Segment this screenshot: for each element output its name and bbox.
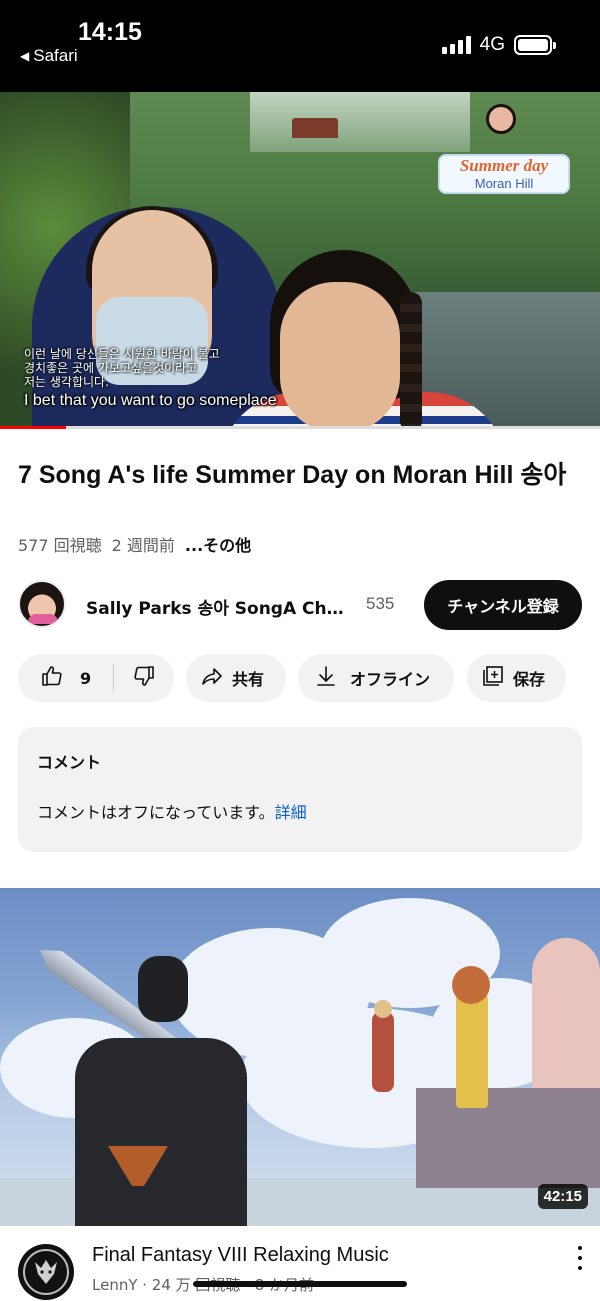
logo-kid-image	[486, 104, 516, 134]
video-logo: Summer day Moran Hill	[438, 154, 570, 194]
like-count[interactable]: 9	[80, 669, 91, 688]
comments-panel: コメント コメントはオフになっています。詳細	[18, 727, 582, 852]
korean-subtitle: 이런 날에 당신들은 시원한 바람이 불고 경치좋은 곳에 가보고싶을것이라고 …	[24, 347, 220, 389]
progress-fill	[0, 426, 66, 429]
more-description-link[interactable]: ...その他	[185, 532, 251, 556]
video-duration-badge: 42:15	[537, 1184, 588, 1209]
add-to-playlist-icon	[481, 664, 505, 692]
battery-icon	[514, 35, 556, 55]
hero-figure	[75, 1038, 247, 1226]
view-count: 577 回視聴	[18, 536, 102, 555]
pill-divider	[113, 664, 115, 692]
playback-progress-bar[interactable]	[0, 426, 600, 429]
share-label: 共有	[232, 670, 265, 689]
comments-details-link[interactable]: 詳細	[275, 803, 307, 822]
next-channel-avatar[interactable]	[18, 1244, 74, 1300]
back-to-app-button[interactable]: ◀ Safari	[20, 46, 78, 66]
video-title: 7 Song A's life Summer Day on Moran Hill…	[18, 461, 567, 489]
download-label: オフライン	[350, 670, 431, 689]
download-button[interactable]: オフライン	[298, 654, 454, 702]
like-dislike-pill: 9	[18, 654, 174, 702]
subscriber-count: 535	[366, 594, 395, 613]
status-bar: 14:15 ◀ Safari 4G	[0, 0, 600, 92]
thumbs-down-icon[interactable]	[132, 664, 156, 692]
comments-off-message: コメントはオフになっています。詳細	[37, 803, 307, 822]
pagoda-shape	[292, 118, 338, 138]
save-button[interactable]: 保存	[467, 654, 566, 702]
back-triangle-icon: ◀	[20, 49, 30, 63]
next-video-title[interactable]: Final Fantasy VIII Relaxing Music	[92, 1244, 389, 1267]
next-video-thumbnail[interactable]	[0, 888, 600, 1226]
more-vertical-icon[interactable]	[574, 1246, 586, 1270]
upload-age: 2 週間前	[111, 536, 175, 555]
video-meta: 577 回視聴 2 週間前 ...その他	[18, 532, 251, 556]
thumbs-up-icon[interactable]	[40, 664, 64, 692]
english-subtitle: I bet that you want to go someplace	[24, 392, 277, 409]
wolf-medallion-icon	[19, 1245, 73, 1299]
share-button[interactable]: 共有	[186, 654, 286, 702]
download-icon	[314, 664, 338, 692]
subscribe-button[interactable]: チャンネル登録	[424, 580, 582, 630]
video-player[interactable]: Summer day Moran Hill 이런 날에 당신들은 시원한 바람이…	[0, 92, 600, 428]
save-label: 保存	[513, 670, 546, 689]
signal-icon	[441, 36, 471, 54]
comments-header: コメント	[37, 753, 102, 772]
share-arrow-icon	[200, 664, 224, 692]
channel-name[interactable]: Sally Parks 송아 SongA Chan...	[86, 594, 354, 619]
back-app-label: Safari	[33, 46, 78, 65]
home-indicator[interactable]	[193, 1281, 407, 1287]
status-indicators: 4G	[441, 34, 556, 56]
channel-avatar[interactable]	[18, 580, 66, 628]
status-time: 14:15	[78, 18, 142, 46]
network-type: 4G	[479, 34, 505, 55]
